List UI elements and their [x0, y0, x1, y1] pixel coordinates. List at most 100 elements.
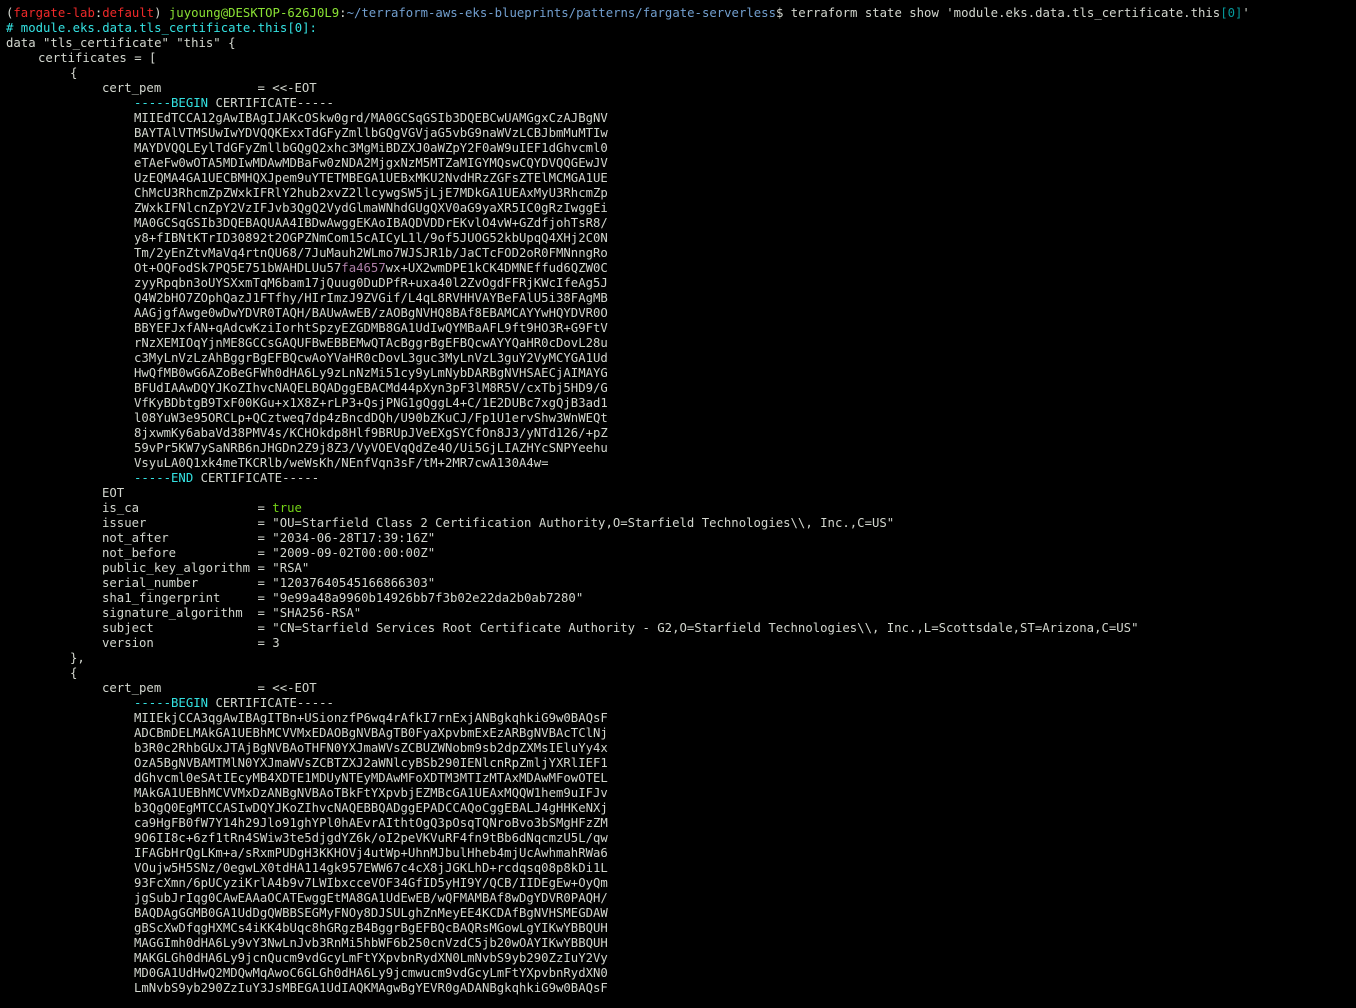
- cert-pem-line: MAYDVQQLEylTdGFyZmllbGQgQ2xhc3MgMiBDZXJ0…: [6, 141, 1356, 156]
- attribute-row: not_before = "2009-09-02T00:00:00Z": [102, 546, 436, 560]
- cert-pem-text: MA0GCSqGSIb3DQEBAQUAA4IBDwAwggEKAoIBAQDV…: [134, 216, 608, 230]
- cert-pem-text: Tm/2yEnZtvMaVq4rtnQU68/7JuMauh2WLmo7WJSJ…: [134, 246, 608, 260]
- cert-pem-line: 8jxwmKy6abaVd38PMV4s/KCHOkdp8Hlf9BRUpJVe…: [6, 426, 1356, 441]
- prompt-workspace: fargate-lab: [13, 6, 95, 20]
- cert-pem-text: LmNvbS9yb290ZzIuY3JsMBEGA1UdIAQKMAgwBgYE…: [134, 981, 608, 995]
- attribute-value: 3: [272, 636, 280, 650]
- cert-pem-text: b3QgQ0EgMTCCASIwDQYJKoZIhvcNAQEBBQADggEP…: [134, 801, 608, 815]
- attribute-value: "9e99a48a9960b14926bb7f3b02e22da2b0ab728…: [272, 591, 584, 605]
- cert-pem-text: VsyuLA0Q1xk4meTKCRlb/weWsKh/NEnfVqn3sF/t…: [134, 456, 549, 470]
- certificate-1-fields: is_ca = true issuer = "OU=Starfield Class…: [6, 501, 1356, 651]
- certificate-2-open: {: [70, 666, 78, 680]
- cert-pem-line: l08YuW3e95ORCLp+QCztweq7dp4zBncdDQh/U90b…: [6, 411, 1356, 426]
- cert-pem-line: ca9HgFB0fW7Y14h29Jlo91ghYPl0hAEvrAIthtOg…: [6, 816, 1356, 831]
- attribute-key: is_ca: [102, 501, 258, 515]
- cert-pem-line: cert_pem = <<-EOT: [6, 81, 1356, 96]
- cert-pem-key: cert_pem: [102, 681, 258, 695]
- cert-pem-line: MAGGImh0dHA6Ly9vY3NwLnJvb3RnMi5hbWF6b250…: [6, 936, 1356, 951]
- cert-pem-line: 59vPr5KW7ySaNRB6nJHGDn2Z9j8Z3/VyVOEVqQdZ…: [6, 441, 1356, 456]
- attribute-row: version = 3: [102, 636, 280, 650]
- cert-pem-line: Ot+OQFodSk7PQ5E751bWAHDLUu57fa4657wx+UX2…: [6, 261, 1356, 276]
- cert-pem-line: eTAeFw0wOTA5MDIwMDAwMDBaFw0zNDA2MjgxNzM5…: [6, 156, 1356, 171]
- attribute-value: "2009-09-02T00:00:00Z": [272, 546, 436, 560]
- cert-pem-text: 9O6II8c+6zf1tRn4SWiw3te5djgdYZ6k/oI2peVK…: [134, 831, 608, 845]
- attribute-row: public_key_algorithm = "RSA": [102, 561, 310, 575]
- cert-pem-line: b3R0c2RhbGUxJTAjBgNVBAoTHFN0YXJmaWVsZCBU…: [6, 741, 1356, 756]
- cert-pem-text: eTAeFw0wOTA5MDIwMDAwMDBaFw0zNDA2MjgxNzM5…: [134, 156, 608, 170]
- command-index: [0]: [1220, 6, 1243, 20]
- attribute-row: not_after = "2034-06-28T17:39:16Z": [102, 531, 436, 545]
- command-text[interactable]: terraform state show 'module.eks.data.tl…: [783, 6, 1220, 20]
- begin-keyword: BEGIN: [171, 696, 209, 710]
- prompt-line: (fargate-lab:default) juyoung@DESKTOP-62…: [6, 6, 1356, 21]
- attribute-value: "RSA": [272, 561, 310, 575]
- cert-pem-line: BAQDAgGGMB0GA1UdDgQWBBSEGMyFNOy8DJSULghZ…: [6, 906, 1356, 921]
- certificates-open: certificates = [: [38, 51, 157, 65]
- begin-dashes: -----: [134, 696, 172, 710]
- attribute-key: version: [102, 636, 258, 650]
- cert-pem-text: AAGjgfAwge0wDwYDVR0TAQH/BAUwAwEB/zAOBgNV…: [134, 306, 608, 320]
- cert-pem-text: 59vPr5KW7ySaNRB6nJHGDn2Z9j8Z3/VyVOEVqQdZ…: [134, 441, 608, 455]
- end-certificate-line: -----END CERTIFICATE-----: [6, 471, 1356, 486]
- cert-pem-line: IFAGbHrQgLKm+a/sRxmPUDgH3KKHOVj4utWp+Uhn…: [6, 846, 1356, 861]
- state-comment: # module.eks.data.tls_certificate.this[0…: [6, 21, 317, 35]
- certificate-1-body: MIIEdTCCA12gAwIBAgIJAKcOSkw0grd/MA0GCSqG…: [6, 111, 1356, 471]
- cert-pem-text: BBYEFJxfAN+qAdcwKziIorhtSpzyEZGDMB8GA1Ud…: [134, 321, 608, 335]
- cert-pem-text: BFUdIAAwDQYJKoZIhvcNAQELBQADggEBACMd44pX…: [134, 381, 608, 395]
- cert-pem-text: 93FcXmn/6pUCyziKrlA4b9v7LWIbxcceVOF34GfI…: [134, 876, 608, 890]
- cert-pem-line: 9O6II8c+6zf1tRn4SWiw3te5djgdYZ6k/oI2peVK…: [6, 831, 1356, 846]
- cert-pem-line: MAKGLGh0dHA6Ly9jcnQucm9vdGcyLmFtYXpvbnRy…: [6, 951, 1356, 966]
- certificate-1-close: },: [70, 651, 85, 665]
- eot-marker: EOT: [102, 486, 125, 500]
- end-keyword: END: [171, 471, 194, 485]
- cert-pem-line: MIIEdTCCA12gAwIBAgIJAKcOSkw0grd/MA0GCSqG…: [6, 111, 1356, 126]
- cert-pem-text: BAQDAgGGMB0GA1UdDgQWBBSEGMyFNOy8DJSULghZ…: [134, 906, 608, 920]
- attribute-row: issuer = "OU=Starfield Class 2 Certifica…: [102, 516, 895, 530]
- terminal-window[interactable]: (fargate-lab:default) juyoung@DESKTOP-62…: [0, 0, 1356, 1008]
- cert-pem-line: gBScXwDfqgHXMCs4iKK4bUqc8hGRgzB4BggrBgEF…: [6, 921, 1356, 936]
- attribute-row: sha1_fingerprint = "9e99a48a9960b14926bb…: [102, 591, 584, 605]
- cert-pem-text: MD0GA1UdHwQ2MDQwMqAwoC6GLGh0dHA6Ly9jcmwu…: [134, 966, 608, 980]
- attribute-value: true: [272, 501, 302, 515]
- cert-pem-text: ca9HgFB0fW7Y14h29Jlo91ghYPl0hAEvrAIthtOg…: [134, 816, 608, 830]
- cert-pem-text: OzA5BgNVBAMTMlN0YXJmaWVsZCBTZXJ2aWNlcyBS…: [134, 756, 608, 770]
- cert-pem-text: y8+fIBNtKTrID30892t2OGPZNmCom15cAICyL1l/…: [134, 231, 608, 245]
- attribute-value: "12037640545166866303": [272, 576, 436, 590]
- attribute-value: "SHA256-RSA": [272, 606, 362, 620]
- cert-pem-text: VfKyBDbtgB9TxF00KGu+x1X8Z+rLP3+QsjPNG1gQ…: [134, 396, 608, 410]
- cert-pem-line: LmNvbS9yb290ZzIuY3JsMBEGA1UdIAQKMAgwBgYE…: [6, 981, 1356, 996]
- attribute-key: subject: [102, 621, 258, 635]
- cert-pem-line: MIIEkjCCA3qgAwIBAgITBn+USionzfP6wq4rAfkI…: [6, 711, 1356, 726]
- cert-pem-text: HwQfMB0wG6AZoBeGFWh0dHA6Ly9zLnNzMi51cy9y…: [134, 366, 608, 380]
- cert-pem-line: dGhvcml0eSAtIEcyMB4XDTE1MDUyNTEyMDAwMFoX…: [6, 771, 1356, 786]
- cert-pem-heredoc: = <<-EOT: [257, 81, 317, 95]
- cert-pem-line: AAGjgfAwge0wDwYDVR0TAQH/BAUwAwEB/zAOBgNV…: [6, 306, 1356, 321]
- cert-pem-line: c3MyLnVzLzAhBggrBgEFBQcwAoYVaHR0cDovL3gu…: [6, 351, 1356, 366]
- certificate-1-open: {: [70, 66, 78, 80]
- attribute-row: is_ca = true: [102, 501, 302, 515]
- cert-pem-line: HwQfMB0wG6AZoBeGFWh0dHA6Ly9zLnNzMi51cy9y…: [6, 366, 1356, 381]
- cert-pem-text: ADCBmDELMAkGA1UEBhMCVVMxEDAOBgNVBAgTB0Fy…: [134, 726, 608, 740]
- cert-pem-line: MA0GCSqGSIb3DQEBAQUAA4IBDwAwggEKAoIBAQDV…: [6, 216, 1356, 231]
- cert-pem-text: l08YuW3e95ORCLp+QCztweq7dp4zBncdDQh/U90b…: [134, 411, 608, 425]
- attribute-key: serial_number: [102, 576, 258, 590]
- command-suffix: ': [1242, 6, 1250, 20]
- attribute-value: "OU=Starfield Class 2 Certification Auth…: [272, 516, 895, 530]
- cert-pem-line: 93FcXmn/6pUCyziKrlA4b9v7LWIbxcceVOF34GfI…: [6, 876, 1356, 891]
- attribute-key: signature_algorithm: [102, 606, 258, 620]
- cert-pem-line-2: cert_pem = <<-EOT: [6, 681, 1356, 696]
- cert-pem-line: BFUdIAAwDQYJKoZIhvcNAQELBQADggEBACMd44pX…: [6, 381, 1356, 396]
- prompt-path-colon: :: [339, 6, 347, 20]
- attribute-key: public_key_algorithm: [102, 561, 258, 575]
- prompt-profile: default: [102, 6, 155, 20]
- cert-pem-text: ChMcU3RhcmZpZWxkIFRlY2hub2xvZ2llcywgSW5j…: [134, 186, 608, 200]
- cert-pem-text: MAYDVQQLEylTdGFyZmllbGQgQ2xhc3MgMiBDZXJ0…: [134, 141, 608, 155]
- cert-pem-line: zyyRpqbn3oUYSXxmTqM6bam17jQuug0DuDPfR+ux…: [6, 276, 1356, 291]
- cert-pem-text: wx+UX2wmDPE1kCK4DMNEffud6QZW0C: [385, 261, 608, 275]
- cert-pem-line: Tm/2yEnZtvMaVq4rtnQU68/7JuMauh2WLmo7WJSJ…: [6, 246, 1356, 261]
- cert-pem-text: rNzXEMIOqYjnME8GCCsGAQUFBwEBBEMwQTAcBggr…: [134, 336, 608, 350]
- attribute-row: serial_number = "12037640545166866303": [102, 576, 436, 590]
- cert-pem-text: jgSubJrIqg0CAwEAAaOCATEwggEtMA8GA1UdEwEB…: [134, 891, 608, 905]
- cert-pem-key: cert_pem: [102, 81, 258, 95]
- begin-keyword: BEGIN: [171, 96, 209, 110]
